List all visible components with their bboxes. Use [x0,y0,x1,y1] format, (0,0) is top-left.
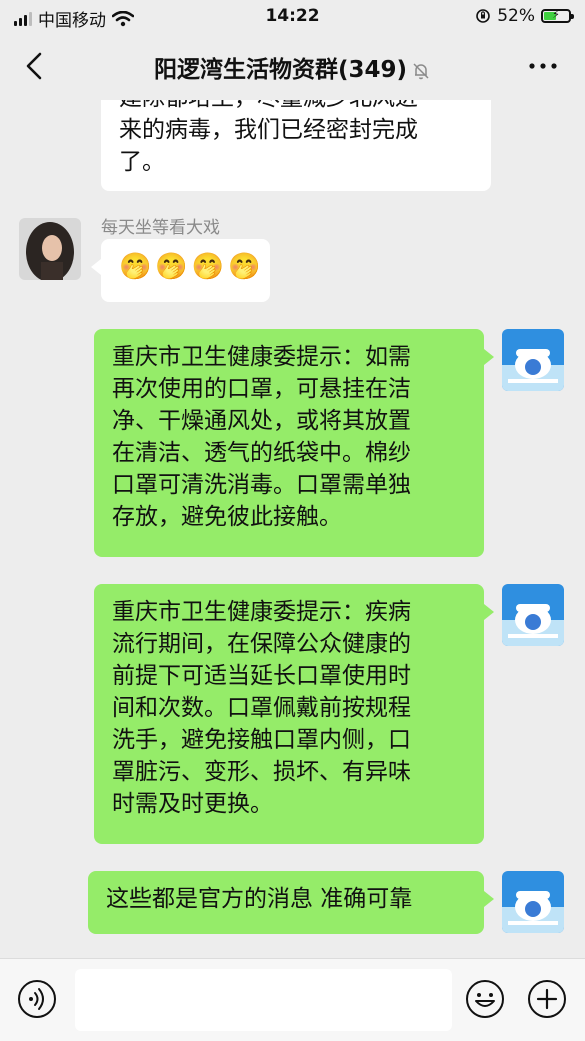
message-text-line: 来的病毒，我们已经密封完成 [119,117,418,143]
message-text-line: 净、干燥通风处，或将其放置 [112,408,411,434]
emoji-face-icon: 🤭 [155,252,188,282]
message-text-line: 时需及时更换。 [112,791,273,817]
battery-percent: 52% [497,6,535,26]
plus-icon[interactable] [527,979,567,1019]
message-input[interactable] [75,969,452,1031]
message-text-line: 间和次数。口罩佩戴前按规程 [112,695,411,721]
emoji-face-icon: 🤭 [191,252,225,282]
message-text-line: 罩脏污、变形、损坏、有异味 [112,759,411,785]
message-text-line: 了。 [119,149,165,175]
cartoon-avatar-image [502,871,564,933]
message-bubble[interactable]: 这些都是官方的消息 准确可靠 [88,871,494,934]
voice-icon[interactable] [17,979,57,1019]
message-text-line: 重庆市卫生健康委提示：疾病 [112,599,411,625]
message-bubble[interactable]: 重庆市卫生健康委提示：如需 再次使用的口罩，可悬挂在洁 净、干燥通风处，或将其放… [94,329,494,557]
status-right: 52% ⚡ [475,6,574,26]
my-avatar[interactable] [502,871,564,933]
emoji-face-icon: 🤭 [228,252,261,282]
charging-icon: ⚡ [552,8,560,21]
orientation-lock-icon [476,9,491,23]
status-bar: 中国移动 14:22 52% ⚡ [0,0,585,34]
cartoon-avatar-image [502,329,564,391]
battery-icon: ⚡ [541,8,574,23]
message-text-line: 洗手，避免接触口罩内侧，口 [112,727,411,753]
my-avatar[interactable] [502,584,564,646]
bell-off-icon [413,62,429,79]
message-text-line: 再次使用的口罩，可悬挂在洁 [112,376,411,402]
message-text-line: 在清洁、透气的纸袋中。棉纱 [112,440,411,466]
message-text-line: 建除都培土，尽量减少北风进 [119,100,473,114]
message-text-line: 前提下可适当延长口罩使用时 [112,663,411,689]
message-bubble[interactable]: 建除都培土，尽量减少北风进 来的病毒，我们已经密封完成 了。 [101,100,491,191]
emoji-icon[interactable] [465,979,505,1019]
cartoon-avatar-image [502,584,564,646]
emoji-face-icon: 🤭 [119,252,152,282]
chat-title-text: 阳逻湾生活物资群(349) [153,57,408,83]
emoji-row: 🤭 🤭 🤭 🤭 [119,251,261,283]
nav-bar: 阳逻湾生活物资群(349) [0,34,585,100]
chat-title: 阳逻湾生活物资群(349) [0,50,585,84]
avatar[interactable] [19,218,81,280]
message-text-line: 流行期间，在保障公众健康的 [112,631,411,657]
message-bubble[interactable]: 重庆市卫生健康委提示：疾病 流行期间，在保障公众健康的 前提下可适当延长口罩使用… [94,584,494,844]
input-bar [0,958,585,1041]
message-bubble[interactable]: 🤭 🤭 🤭 🤭 [91,239,270,302]
message-text-line: 重庆市卫生健康委提示：如需 [112,344,411,370]
message-text-line: 存放，避免彼此接触。 [112,504,342,530]
my-avatar[interactable] [502,329,564,391]
more-dots-icon[interactable] [525,56,561,76]
message-list[interactable]: 建除都培土，尽量减少北风进 来的病毒，我们已经密封完成 了。 每天坐等看大戏 🤭… [0,100,585,958]
profile-photo [19,218,81,280]
message-text-line: 口罩可清洗消毒。口罩需单独 [112,472,411,498]
message-text-line: 这些都是官方的消息 准确可靠 [106,886,413,912]
sender-name: 每天坐等看大戏 [101,218,220,238]
